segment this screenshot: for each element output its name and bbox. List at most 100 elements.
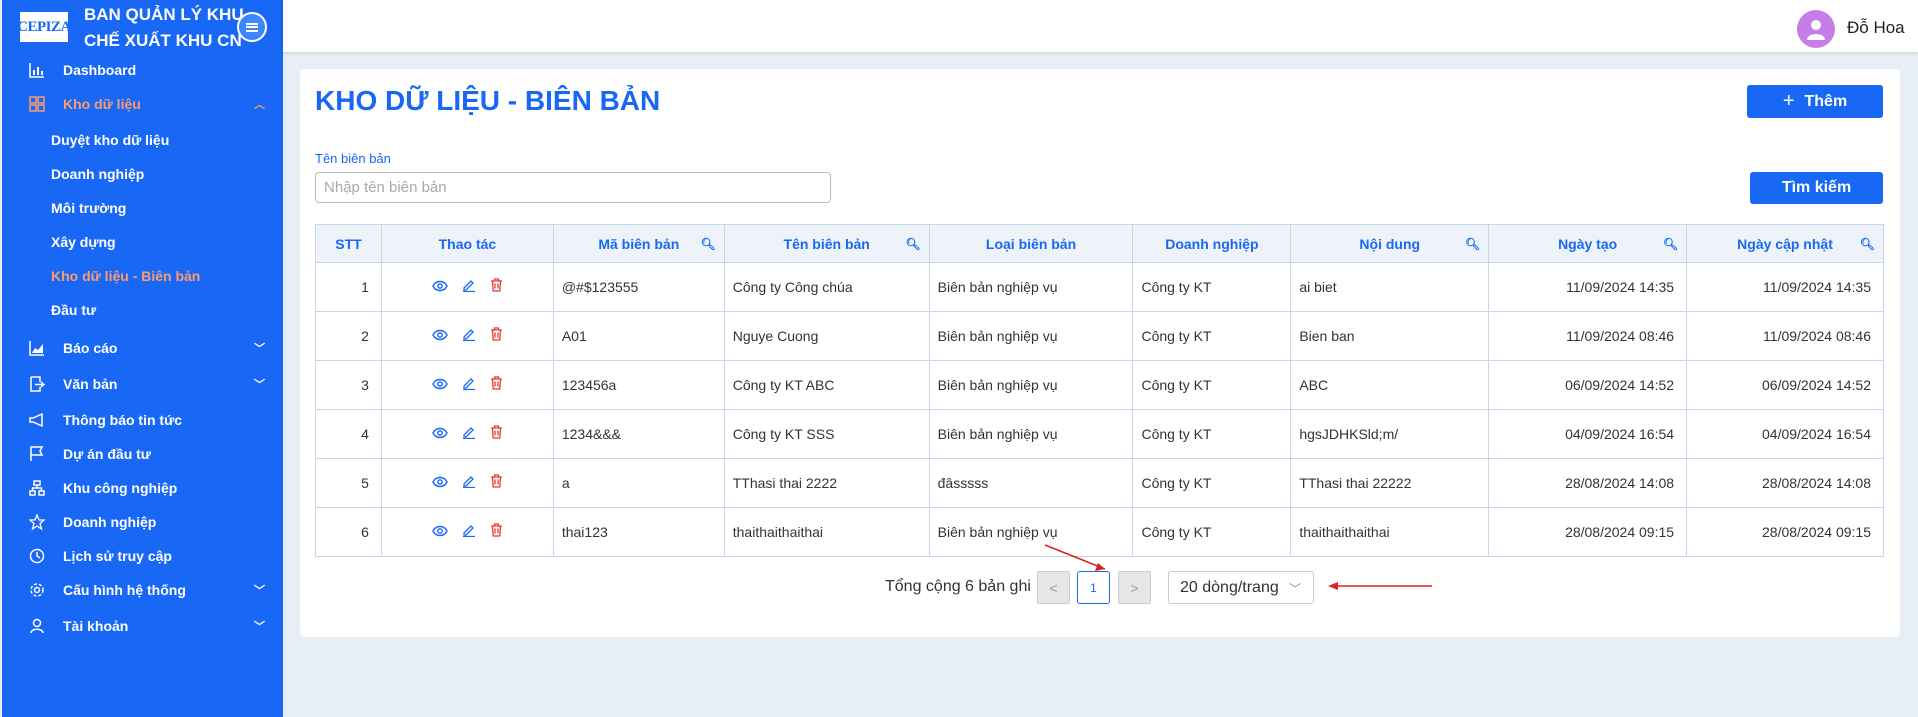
edit-icon[interactable] bbox=[462, 327, 476, 345]
cell-ten: TThasi thai 2222 bbox=[723, 458, 930, 508]
page-1-button[interactable]: 1 bbox=[1077, 571, 1110, 604]
sidebar-item-tai-khoan[interactable]: Tài khoản ﹀ bbox=[2, 611, 283, 641]
cell-stt: 1 bbox=[315, 262, 382, 312]
sidebar-item-label: Doanh nghiệp bbox=[63, 514, 157, 530]
view-icon[interactable] bbox=[432, 426, 448, 443]
edit-icon[interactable] bbox=[462, 474, 476, 492]
page-size-select[interactable]: 20 dòng/trang ﹀ bbox=[1168, 571, 1314, 604]
table-row: 5 a TThasi thai 2222 đâsssss Công ty KT TThas… bbox=[315, 458, 1884, 508]
cell-ngay-tao: 04/09/2024 16:54 bbox=[1488, 409, 1688, 459]
search-button[interactable]: Tìm kiếm bbox=[1750, 172, 1883, 204]
sidebar-item-du-an[interactable]: Dự án đầu tư bbox=[2, 439, 283, 469]
prev-page-button[interactable]: < bbox=[1037, 571, 1070, 604]
sidebar-item-label: Tài khoản bbox=[63, 618, 129, 634]
user-name[interactable]: Đỗ Hoa bbox=[1847, 18, 1905, 38]
cell-ngay-cap-nhat: 11/09/2024 14:35 bbox=[1686, 262, 1884, 312]
avatar[interactable] bbox=[1797, 10, 1835, 48]
column-header-label: Tên biên bản bbox=[783, 235, 870, 252]
delete-icon[interactable] bbox=[490, 327, 503, 345]
sidebar-item-kho-du-lieu[interactable]: Kho dữ liệu ︿ bbox=[2, 89, 283, 119]
search-icon[interactable]: 🔍︎ bbox=[1663, 237, 1678, 251]
column-header-ten[interactable]: Tên biên bản 🔍︎ bbox=[723, 224, 930, 263]
cell-stt: 4 bbox=[315, 409, 382, 459]
delete-icon[interactable] bbox=[490, 376, 503, 394]
cell-ma: A01 bbox=[552, 311, 725, 361]
add-button[interactable]: + Thêm bbox=[1747, 85, 1883, 118]
search-icon[interactable]: 🔍︎ bbox=[701, 237, 716, 251]
cell-doanh-nghiep: Công ty KT bbox=[1132, 507, 1292, 557]
column-header-label: Ngày tạo bbox=[1558, 235, 1618, 252]
cell-ngay-cap-nhat: 28/08/2024 14:08 bbox=[1686, 458, 1884, 508]
brand-line-1: BAN QUẢN LÝ KHU bbox=[84, 5, 244, 24]
sidebar-item-thong-bao[interactable]: Thông báo tin tức bbox=[2, 405, 283, 435]
next-page-button[interactable]: > bbox=[1118, 571, 1151, 604]
sidebar-subitem-xay-dung[interactable]: Xây dựng bbox=[51, 230, 116, 254]
brand-line-2: CHẾ XUẤT KHU CN bbox=[84, 31, 242, 50]
filter-name-input[interactable] bbox=[315, 172, 831, 203]
cell-actions bbox=[380, 458, 554, 508]
view-icon[interactable] bbox=[432, 328, 448, 345]
edit-icon[interactable] bbox=[462, 278, 476, 296]
search-icon[interactable]: 🔍︎ bbox=[1860, 237, 1875, 251]
column-header-ma[interactable]: Mã biên bản 🔍︎ bbox=[552, 224, 725, 263]
view-icon[interactable] bbox=[432, 279, 448, 296]
sidebar-subitem-bien-ban[interactable]: Kho dữ liệu - Biên bản bbox=[51, 264, 200, 288]
cell-actions bbox=[380, 311, 554, 361]
sidebar-item-bao-cao[interactable]: Báo cáo ﹀ bbox=[2, 333, 283, 363]
delete-icon[interactable] bbox=[490, 425, 503, 443]
column-header-loai: Loại biên bản bbox=[928, 224, 1134, 263]
cell-noi-dung: ABC bbox=[1290, 360, 1490, 410]
sidebar-item-label: Văn bản bbox=[63, 376, 118, 392]
cell-ten: Nguye Cuong bbox=[723, 311, 930, 361]
cell-ngay-cap-nhat: 28/08/2024 09:15 bbox=[1686, 507, 1884, 557]
chevron-right-icon: > bbox=[1130, 579, 1139, 596]
table-row: 1 @#$123555 Công ty Công chúa Biên bản nghi… bbox=[315, 262, 1884, 312]
sidebar-item-label: Dashboard bbox=[63, 62, 137, 78]
cell-ngay-cap-nhat: 06/09/2024 14:52 bbox=[1686, 360, 1884, 410]
sidebar-item-khu-cong-nghiep[interactable]: Khu công nghiệp bbox=[2, 473, 283, 503]
menu-toggle-button[interactable] bbox=[237, 12, 267, 42]
delete-icon[interactable] bbox=[490, 278, 503, 296]
chevron-down-icon: ﹀ bbox=[254, 621, 265, 633]
edit-icon[interactable] bbox=[462, 523, 476, 541]
search-button-label: Tìm kiếm bbox=[1781, 179, 1852, 196]
sidebar-subitem-moi-truong[interactable]: Môi trường bbox=[51, 196, 126, 220]
delete-icon[interactable] bbox=[490, 474, 503, 492]
sidebar-subitem-duyet-kho[interactable]: Duyệt kho dữ liệu bbox=[51, 128, 169, 152]
cell-ma: 123456a bbox=[552, 360, 725, 410]
edit-icon[interactable] bbox=[462, 425, 476, 443]
sidebar-item-doanh-nghiep[interactable]: Doanh nghiệp bbox=[2, 507, 283, 537]
sidebar-item-dashboard[interactable]: Dashboard bbox=[2, 55, 283, 85]
column-header-ngay-tao[interactable]: Ngày tạo 🔍︎ bbox=[1488, 224, 1688, 263]
sidebar-item-lich-su[interactable]: Lịch sử truy cập bbox=[2, 541, 283, 571]
cell-ngay-tao: 06/09/2024 14:52 bbox=[1488, 360, 1688, 410]
gear-icon bbox=[27, 580, 47, 600]
sidebar-item-cau-hinh[interactable]: Cấu hình hệ thống ﹀ bbox=[2, 575, 283, 605]
cell-actions bbox=[380, 262, 554, 312]
column-header-label: Mã biên bản bbox=[598, 235, 680, 252]
search-icon[interactable]: 🔍︎ bbox=[1465, 237, 1480, 251]
sidebar-item-label: Kho dữ liệu bbox=[63, 96, 141, 112]
filter-label: Tên biên bản bbox=[315, 151, 391, 166]
cell-ngay-tao: 28/08/2024 14:08 bbox=[1488, 458, 1688, 508]
cell-loai: Biên bản nghiệp vụ bbox=[928, 360, 1134, 410]
sidebar-item-label: Thông báo tin tức bbox=[63, 412, 183, 428]
view-icon[interactable] bbox=[432, 475, 448, 492]
cell-ten: Công ty KT SSS bbox=[723, 409, 930, 459]
document-arrow-icon bbox=[27, 374, 47, 394]
sidebar-item-label: Khu công nghiệp bbox=[63, 480, 178, 496]
column-header-noi-dung[interactable]: Nội dung 🔍︎ bbox=[1290, 224, 1490, 263]
column-header-ngay-cap-nhat[interactable]: Ngày cập nhật 🔍︎ bbox=[1686, 224, 1884, 263]
cell-ma: a bbox=[552, 458, 725, 508]
sidebar-subitem-doanh-nghiep[interactable]: Doanh nghiệp bbox=[51, 162, 144, 186]
cell-stt: 6 bbox=[315, 507, 382, 557]
sidebar-item-van-ban[interactable]: Văn bản ﹀ bbox=[2, 369, 283, 399]
sidebar-subitem-dau-tu[interactable]: Đầu tư bbox=[51, 298, 96, 322]
search-icon[interactable]: 🔍︎ bbox=[905, 237, 920, 251]
cell-doanh-nghiep: Công ty KT bbox=[1132, 262, 1292, 312]
view-icon[interactable] bbox=[432, 377, 448, 394]
view-icon[interactable] bbox=[432, 524, 448, 541]
cell-actions bbox=[380, 409, 554, 459]
edit-icon[interactable] bbox=[462, 376, 476, 394]
delete-icon[interactable] bbox=[490, 523, 503, 541]
